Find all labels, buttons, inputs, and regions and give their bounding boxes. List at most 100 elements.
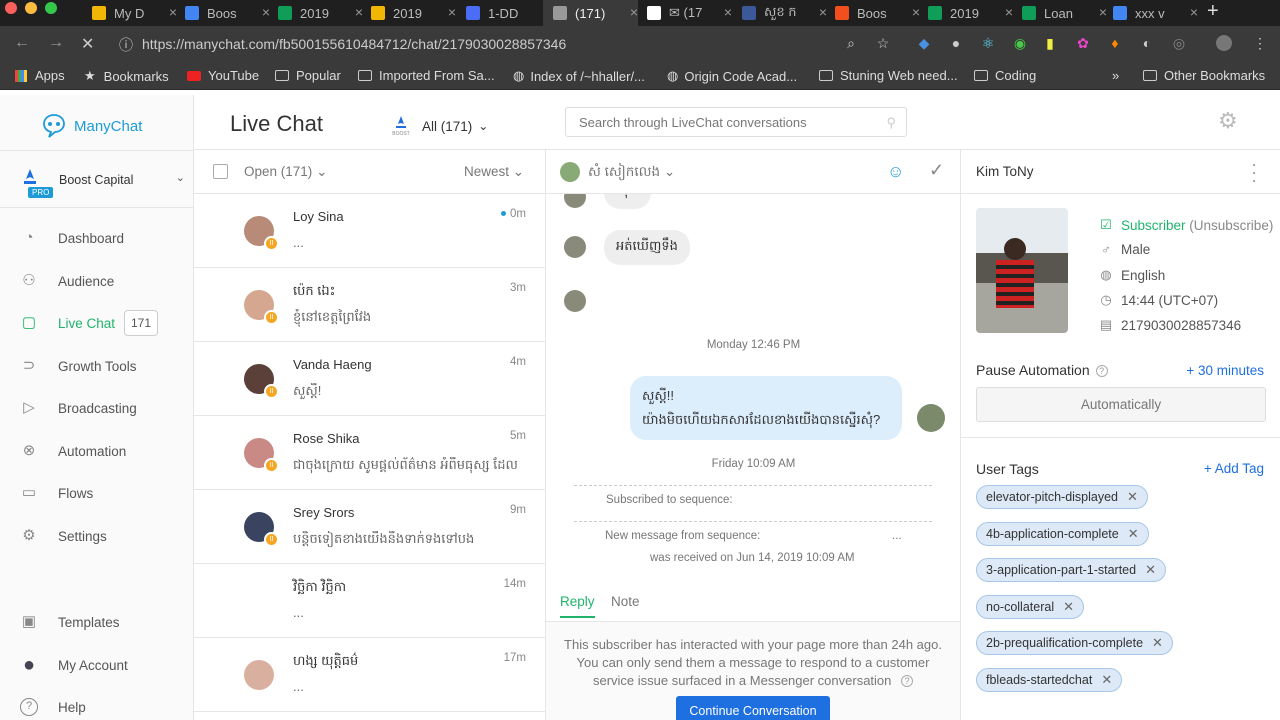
user-tag[interactable]: elevator-pitch-displayed ✕: [976, 485, 1148, 509]
sidebar-item-dashboard[interactable]: ◔ Dashboard: [0, 223, 194, 253]
filter-dropdown[interactable]: BOOST All (171) ⌄: [390, 114, 488, 138]
close-tab-icon[interactable]: ×: [1190, 4, 1198, 20]
sidebar-item-live-chat[interactable]: ▢ Live Chat 171: [0, 308, 194, 338]
forward-icon[interactable]: →: [48, 34, 64, 52]
menu-icon[interactable]: ⋮: [1252, 35, 1268, 51]
extension-icon[interactable]: ♦: [1107, 35, 1123, 51]
sort-dropdown[interactable]: Newest ⌄: [464, 164, 524, 180]
user-tag[interactable]: no-collateral ✕: [976, 594, 1084, 619]
close-tab-icon[interactable]: ×: [724, 4, 732, 20]
user-tag[interactable]: fbleads-startedchat ✕: [976, 667, 1123, 692]
bookmark-imported[interactable]: Imported From Sa...: [358, 68, 495, 83]
close-tab-icon[interactable]: ×: [355, 4, 363, 20]
bookmark-other[interactable]: Other Bookmarks: [1143, 68, 1265, 83]
minimize-window-icon[interactable]: [25, 2, 37, 14]
sidebar-item-templates[interactable]: ▣ Templates: [0, 607, 194, 637]
bookmark-star-icon[interactable]: ☆: [875, 35, 891, 51]
conversation-item[interactable]: II Rose Shika ជាចុងក្រោយ សូមផ្តល់ព័ត៌មាន អ…: [194, 416, 545, 490]
help-icon[interactable]: ?: [1095, 365, 1108, 377]
conversation-item[interactable]: II ប៉េក ឯេះ ខ្ញុំនៅខេត្តព្រៃវែង 3m: [194, 268, 545, 342]
mark-done-icon[interactable]: ✓: [929, 160, 944, 181]
react-icon[interactable]: ⚛: [980, 35, 996, 51]
close-tab-icon[interactable]: ×: [819, 4, 827, 20]
back-icon[interactable]: ←: [14, 34, 30, 52]
browser-tab[interactable]: xxx v ×: [1113, 0, 1198, 26]
zoom-window-icon[interactable]: [45, 2, 57, 14]
close-tab-icon[interactable]: ×: [262, 4, 270, 20]
profile-avatar-icon[interactable]: [1216, 35, 1232, 51]
conversation-item[interactable]: វិច្ឆិកា វិច្ឆិកា... 14m: [194, 564, 545, 638]
sidebar-item-flows[interactable]: ▭ Flows: [0, 478, 194, 508]
browser-tab[interactable]: សួខ ក ×: [742, 0, 827, 26]
stop-icon[interactable]: ✕: [81, 34, 94, 54]
remove-tag-icon[interactable]: ✕: [1063, 599, 1074, 614]
conversation-item[interactable]: II Srey Srors បន្តិចទៀតខាងយើងនឹងទាក់ទងទៅបង…: [194, 490, 545, 564]
sidebar-item-settings[interactable]: ⚙ Settings: [0, 521, 194, 551]
unsubscribe-link[interactable]: (Unsubscribe): [1189, 218, 1273, 233]
browser-tab[interactable]: My D ×: [92, 0, 177, 26]
browser-tab[interactable]: 2019 ×: [278, 0, 363, 26]
conversation-item[interactable]: ហង្ស យុត្តិធម៌... 17m: [194, 638, 545, 712]
sidebar-item-broadcasting[interactable]: ▷ Broadcasting: [0, 393, 194, 423]
bot-icon[interactable]: ☺: [887, 162, 904, 182]
remove-tag-icon[interactable]: ✕: [1101, 672, 1112, 687]
browser-tab[interactable]: 2019 ×: [371, 0, 456, 26]
user-tag[interactable]: 3-application-part-1-started ✕: [976, 558, 1166, 582]
bookmark-origin[interactable]: ◍ Origin Code Acad...: [667, 68, 797, 84]
browser-tab[interactable]: ✉ (17 ×: [647, 0, 732, 26]
status-filter[interactable]: Open (171) ⌄: [244, 164, 327, 180]
close-tab-icon[interactable]: ×: [169, 4, 177, 20]
automation-status-field[interactable]: Automatically: [976, 387, 1266, 422]
extension-icon[interactable]: ◎: [1171, 35, 1187, 51]
bookmark-apps[interactable]: Apps: [15, 68, 65, 83]
extension-icon[interactable]: ▮: [1042, 35, 1058, 51]
browser-tab[interactable]: Loan ×: [1022, 0, 1107, 26]
pause-30-minutes-button[interactable]: + 30 minutes: [1186, 363, 1264, 378]
browser-tab[interactable]: Boos ×: [185, 0, 270, 26]
remove-tag-icon[interactable]: ✕: [1128, 526, 1139, 541]
remove-tag-icon[interactable]: ✕: [1152, 635, 1163, 650]
bookmark-youtube[interactable]: YouTube: [187, 68, 259, 83]
close-tab-icon[interactable]: ×: [448, 4, 456, 20]
contact-selector[interactable]: សំ សៀកលេង ⌄: [588, 163, 675, 183]
user-tag[interactable]: 2b-prequalification-complete ✕: [976, 631, 1173, 655]
bookmark-stuning[interactable]: Stuning Web need...: [819, 68, 958, 83]
tab-note[interactable]: Note: [611, 594, 640, 616]
close-tab-icon[interactable]: ×: [1099, 4, 1107, 20]
remove-tag-icon[interactable]: ✕: [1145, 562, 1156, 577]
select-all-checkbox[interactable]: [213, 164, 228, 179]
bookmark-coding[interactable]: Coding: [974, 68, 1036, 83]
settings-gear-icon[interactable]: ⚙: [1218, 108, 1238, 134]
manychat-logo[interactable]: ManyChat: [40, 113, 142, 139]
new-tab-icon[interactable]: +: [1207, 0, 1219, 23]
url-field[interactable]: https://manychat.com/fb500155610484712/c…: [142, 36, 566, 52]
search-input[interactable]: Search through LiveChat conversations ⚲: [565, 107, 907, 137]
close-window-icon[interactable]: [5, 2, 17, 14]
bookmark-index[interactable]: ◍ Index of /~hhaller/...: [513, 68, 645, 84]
close-tab-icon[interactable]: ×: [912, 4, 920, 20]
help-icon[interactable]: ?: [901, 675, 914, 687]
more-options-icon[interactable]: · · ·: [1251, 155, 1257, 189]
info-icon[interactable]: ⓘ: [118, 35, 134, 53]
browser-tab[interactable]: 2019 ×: [928, 0, 1013, 26]
browser-tab[interactable]: (171) ×: [543, 0, 638, 26]
bookmarks-overflow[interactable]: »: [1112, 68, 1119, 83]
tab-reply[interactable]: Reply: [560, 594, 595, 618]
sidebar-item-audience[interactable]: ⚇ Audience: [0, 266, 194, 296]
extension-icon[interactable]: ●: [948, 35, 964, 51]
conversation-item[interactable]: II Loy Sina... 0m: [194, 194, 545, 268]
dropbox-icon[interactable]: ◆: [916, 35, 932, 51]
bookmark-bookmarks[interactable]: ★ Bookmarks: [84, 68, 169, 84]
zoom-search-icon[interactable]: ⌕: [843, 35, 859, 51]
close-tab-icon[interactable]: ×: [630, 4, 638, 20]
close-tab-icon[interactable]: ×: [1005, 4, 1013, 20]
sidebar-item-automation[interactable]: ⊗ Automation: [0, 436, 194, 466]
page-selector[interactable]: PRO Boost Capital ⌄: [0, 150, 194, 208]
browser-tab[interactable]: 1-DD×: [466, 0, 551, 26]
extension-icon[interactable]: ◐: [1139, 35, 1155, 51]
add-tag-button[interactable]: + Add Tag: [1204, 461, 1264, 476]
extension-icon[interactable]: ◉: [1012, 35, 1028, 51]
sidebar-item-my-account[interactable]: ● My Account: [0, 650, 194, 680]
conversation-item[interactable]: II Vanda Haeng សួស្តី! 4m: [194, 342, 545, 416]
color-picker-icon[interactable]: ✿: [1075, 35, 1091, 51]
